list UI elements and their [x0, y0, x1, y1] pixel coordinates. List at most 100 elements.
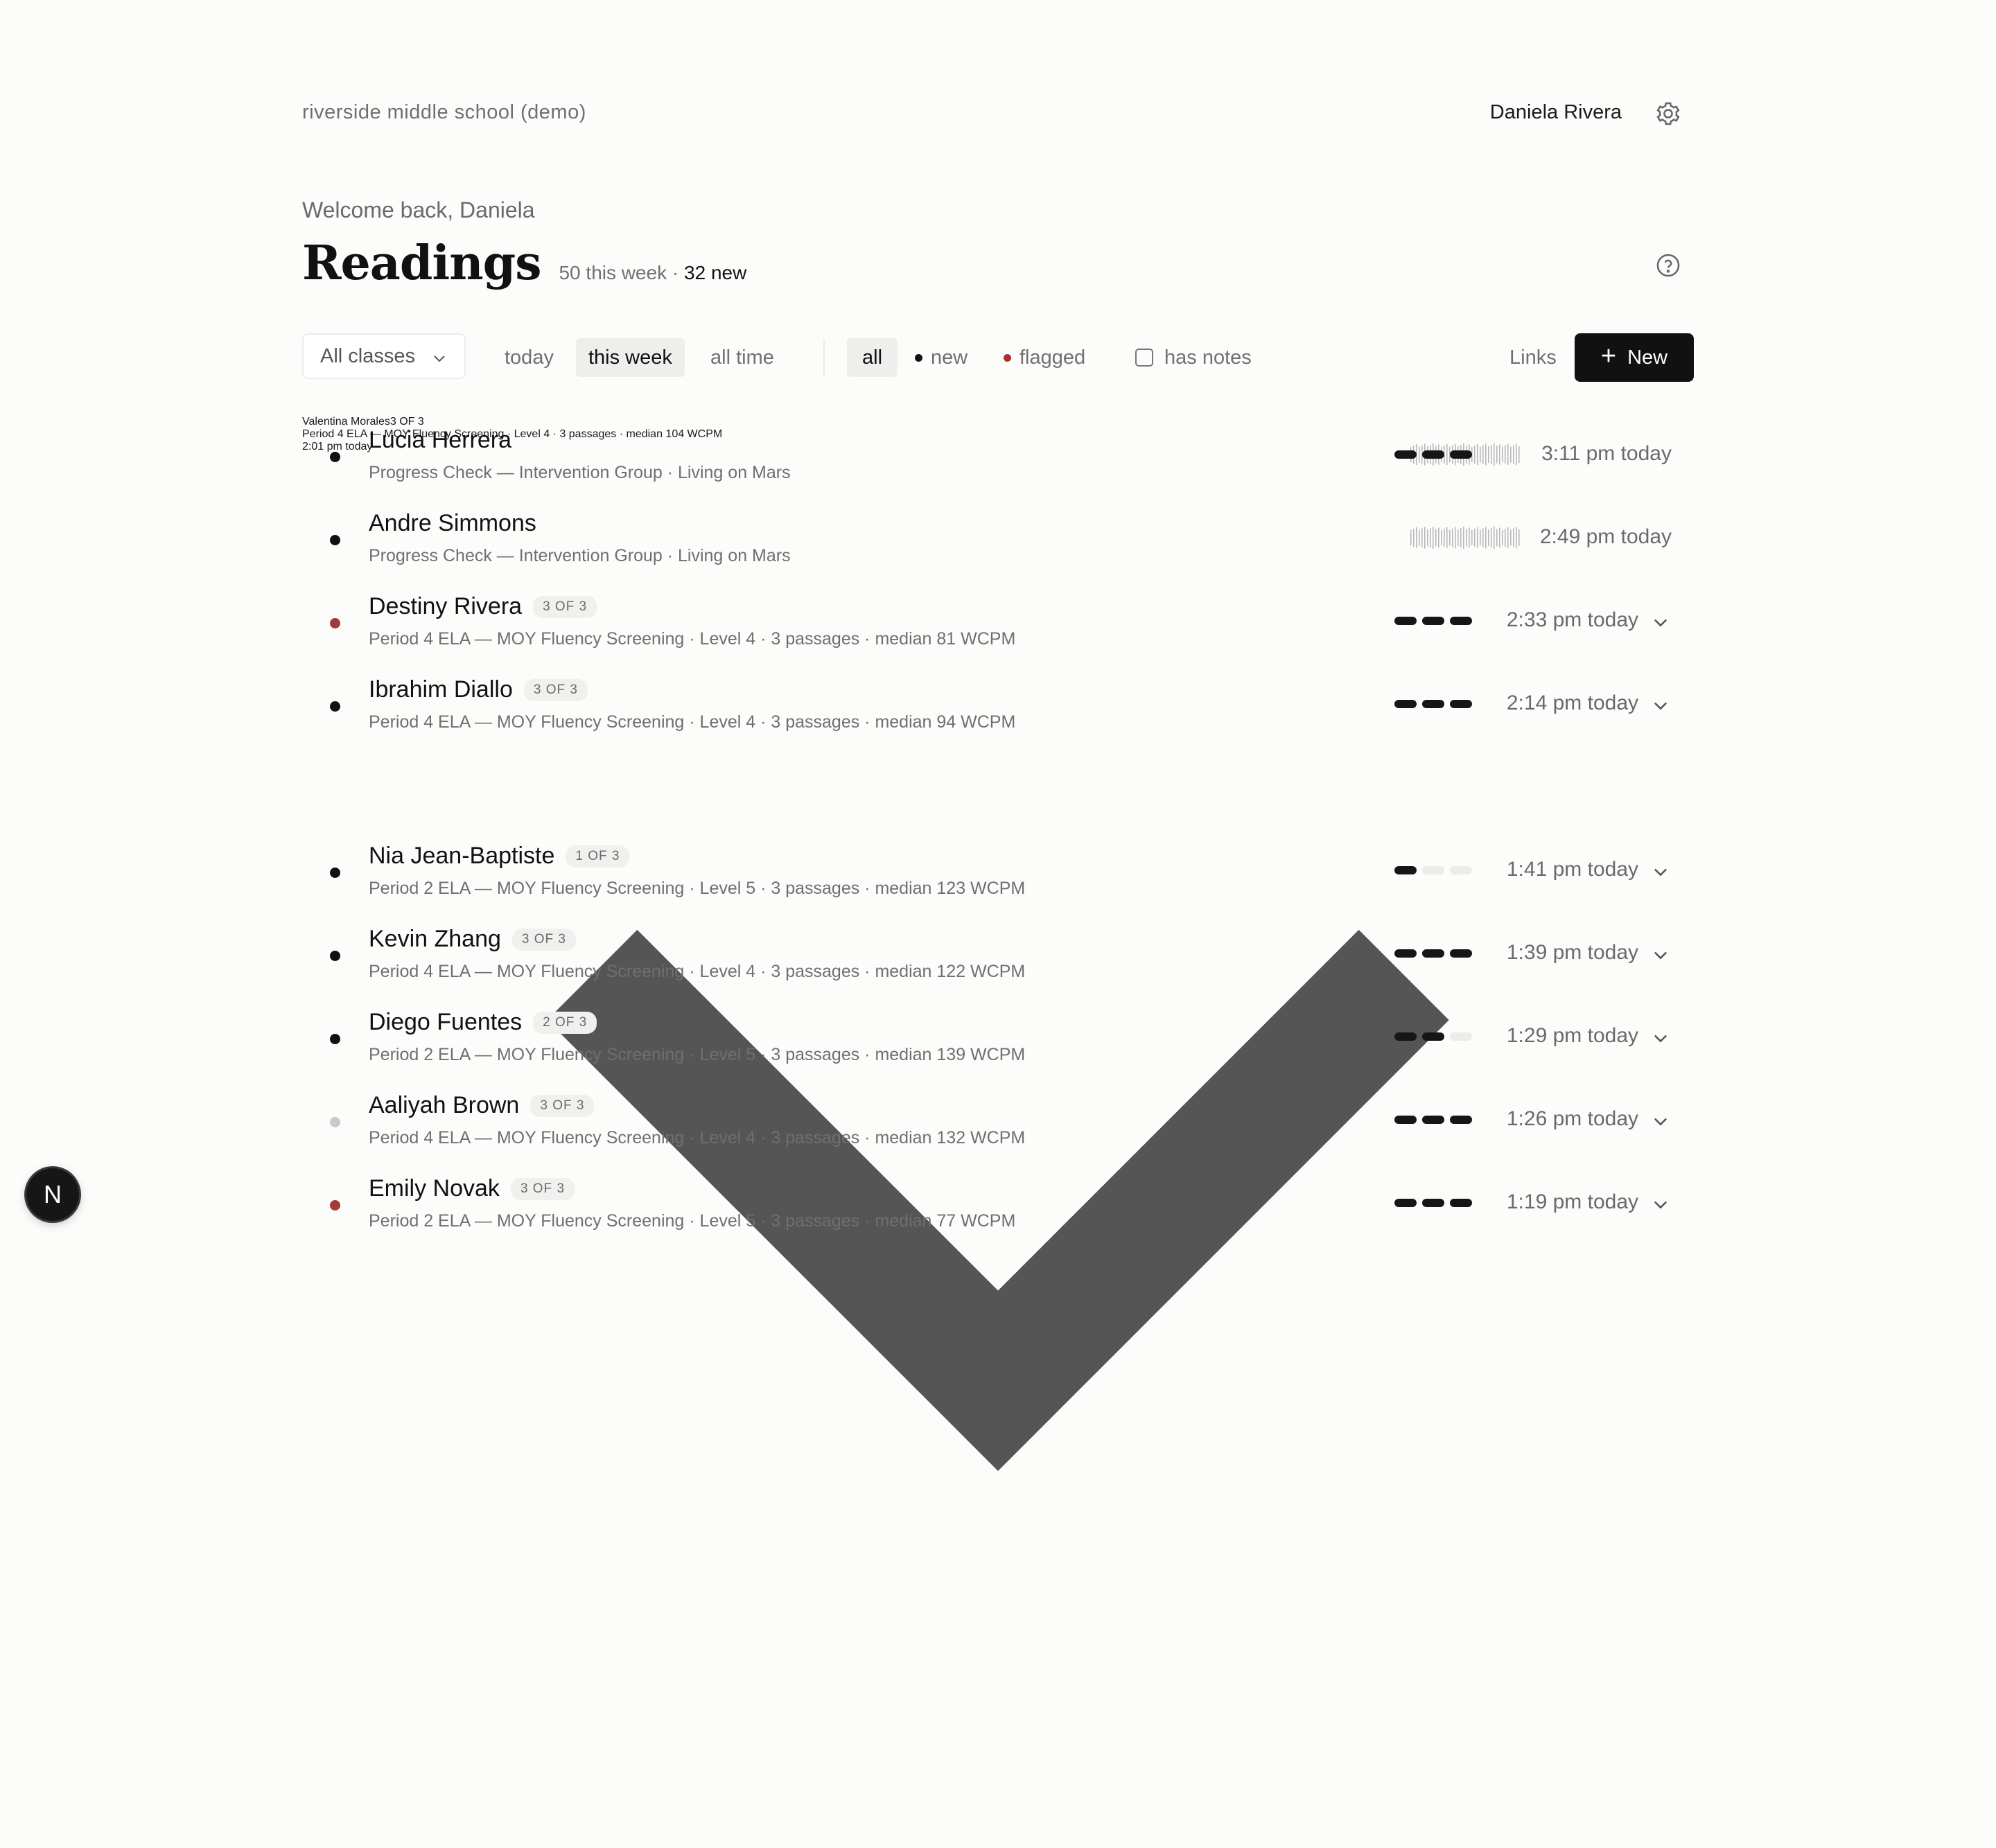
- reading-row[interactable]: Aaliyah Brown 3 OF 3 Period 4 ELA — MOY Fl…: [302, 1081, 1694, 1163]
- has-notes-toggle[interactable]: has notes: [1123, 338, 1264, 377]
- status-dot-icon: [330, 452, 340, 462]
- waveform-bar: [1460, 528, 1462, 547]
- passage-complete-mark: [1394, 949, 1417, 958]
- reading-time: 2:14 pm today: [1506, 692, 1638, 714]
- student-name-text: Aaliyah Brown: [369, 1092, 520, 1118]
- waveform-bar: [1424, 527, 1426, 549]
- waveform-bar: [1516, 443, 1517, 466]
- student-name-text: Andre Simmons: [369, 510, 536, 536]
- reading-row[interactable]: Lucia Herrera Progress Check — Interventi…: [302, 416, 1694, 498]
- reading-row[interactable]: Destiny Rivera 3 OF 3 Period 4 ELA — MOY F…: [302, 582, 1694, 664]
- passage-complete-mark: [1422, 450, 1444, 459]
- waveform-bar: [1419, 529, 1420, 546]
- chevron-down-icon[interactable]: [1651, 1111, 1670, 1131]
- dev-badge[interactable]: N: [26, 1168, 79, 1221]
- reading-row[interactable]: Kevin Zhang 3 OF 3 Period 4 ELA — MOY Flue…: [302, 915, 1694, 996]
- waveform-bar: [1433, 527, 1434, 549]
- waveform-bar: [1449, 529, 1451, 546]
- reading-subtitle: Period 2 ELA — MOY Fluency Screening · L…: [369, 1211, 1016, 1231]
- waveform-bar: [1474, 529, 1476, 547]
- filter-all[interactable]: all: [847, 338, 898, 377]
- waveform-bar: [1485, 443, 1487, 466]
- passage-complete-mark: [1422, 1116, 1444, 1124]
- page-title: Readings: [302, 236, 541, 291]
- reading-subtitle: Progress Check — Intervention Group · Li…: [369, 546, 791, 565]
- passage-complete-mark: [1394, 1032, 1417, 1041]
- student-name: Ibrahim Diallo 3 OF 3: [369, 676, 588, 703]
- waveform-bar: [1505, 529, 1506, 547]
- checkbox-icon[interactable]: [1135, 349, 1153, 367]
- passage-complete-mark: [1394, 450, 1417, 459]
- gear-icon[interactable]: [1655, 100, 1681, 127]
- waveform-bar: [1455, 527, 1456, 549]
- plus-icon: +: [1600, 342, 1617, 371]
- student-name-text: Destiny Rivera: [369, 593, 523, 619]
- waveform-bar: [1496, 529, 1498, 547]
- passage-progress: [1394, 1199, 1472, 1207]
- help-circle-icon[interactable]: [1655, 252, 1681, 279]
- reading-time: 1:41 pm today: [1506, 858, 1638, 881]
- student-name: Aaliyah Brown 3 OF 3: [369, 1092, 595, 1119]
- filter-bar: All classes today this week all time all…: [302, 333, 1694, 382]
- waveform-bar: [1507, 527, 1509, 548]
- waveform-bar: [1430, 528, 1431, 547]
- user-name[interactable]: Daniela Rivera: [1490, 101, 1622, 124]
- passage-pending-mark: [1450, 866, 1472, 874]
- passage-count-badge: 2 OF 3: [533, 1011, 597, 1034]
- waveform-bar: [1463, 527, 1464, 549]
- school-name: riverside middle school (demo): [302, 101, 586, 123]
- waveform-bar: [1482, 445, 1484, 464]
- chevron-down-icon[interactable]: [1651, 613, 1670, 632]
- waveform-bar: [1505, 446, 1506, 464]
- filter-today[interactable]: today: [492, 338, 566, 377]
- chevron-down-icon[interactable]: [1651, 1195, 1670, 1214]
- filter-new[interactable]: new: [902, 338, 980, 377]
- waveform-bar: [1474, 446, 1476, 464]
- filter-all-time[interactable]: all time: [698, 338, 787, 377]
- status-dot-icon: [330, 1117, 340, 1127]
- reading-time: 1:19 pm today: [1506, 1190, 1638, 1213]
- status-dot-icon: [330, 535, 340, 545]
- passage-count-badge: 3 OF 3: [530, 1094, 595, 1117]
- passage-complete-mark: [1450, 949, 1472, 958]
- reading-list: Lucia Herrera Progress Check — Interventi…: [302, 416, 1694, 1848]
- status-dot-icon: [330, 1034, 340, 1044]
- audio-waveform-icon[interactable]: [1410, 524, 1523, 552]
- waveform-bar: [1477, 444, 1478, 465]
- reading-row[interactable]: Emily Novak 3 OF 3 Period 2 ELA — MOY Flue…: [302, 1164, 1694, 1246]
- waveform-bar: [1496, 446, 1498, 464]
- chevron-down-icon[interactable]: [1651, 1028, 1670, 1048]
- waveform-bar: [1510, 529, 1512, 546]
- reading-row[interactable]: Nia Jean-Baptiste 1 OF 3 Period 2 ELA — MO…: [302, 831, 1694, 913]
- filter-flagged[interactable]: flagged: [991, 338, 1098, 377]
- waveform-bar: [1410, 530, 1412, 545]
- status-dot-icon: [330, 868, 340, 878]
- links-button[interactable]: Links: [1509, 338, 1557, 377]
- student-name: Andre Simmons: [369, 510, 536, 537]
- reading-row[interactable]: Andre Simmons Progress Check — Interventi…: [302, 499, 1694, 581]
- passage-complete-mark: [1394, 617, 1417, 625]
- reading-subtitle: Period 4 ELA — MOY Fluency Screening · L…: [369, 962, 1026, 981]
- waveform-bar: [1413, 529, 1415, 547]
- new-button[interactable]: + New: [1575, 333, 1694, 382]
- new-dot-icon: [915, 353, 922, 362]
- chevron-down-icon[interactable]: [1651, 862, 1670, 881]
- reading-counts: 50 this week · 32 new: [559, 262, 746, 284]
- reading-time: 1:26 pm today: [1506, 1107, 1638, 1130]
- reading-row[interactable]: Diego Fuentes 2 OF 3 Period 2 ELA — MOY Fl…: [302, 998, 1694, 1080]
- waveform-bar: [1471, 530, 1473, 545]
- student-name: Kevin Zhang 3 OF 3: [369, 926, 576, 953]
- passage-count-badge: 3 OF 3: [510, 1177, 575, 1200]
- passage-count-badge: 3 OF 3: [511, 928, 576, 951]
- passage-progress: [1394, 866, 1472, 874]
- chevron-down-icon[interactable]: [1651, 696, 1670, 715]
- waveform-bar: [1499, 527, 1500, 548]
- passage-complete-mark: [1450, 1199, 1472, 1207]
- reading-row[interactable]: Ibrahim Diallo 3 OF 3 Period 4 ELA — MOY F…: [302, 665, 1694, 747]
- student-name-text: Diego Fuentes: [369, 1009, 523, 1035]
- passage-progress: [1394, 949, 1472, 958]
- class-select[interactable]: All classes: [302, 333, 466, 379]
- filter-this-week[interactable]: this week: [576, 338, 685, 377]
- waveform-bar: [1435, 529, 1437, 547]
- chevron-down-icon[interactable]: [1651, 945, 1670, 965]
